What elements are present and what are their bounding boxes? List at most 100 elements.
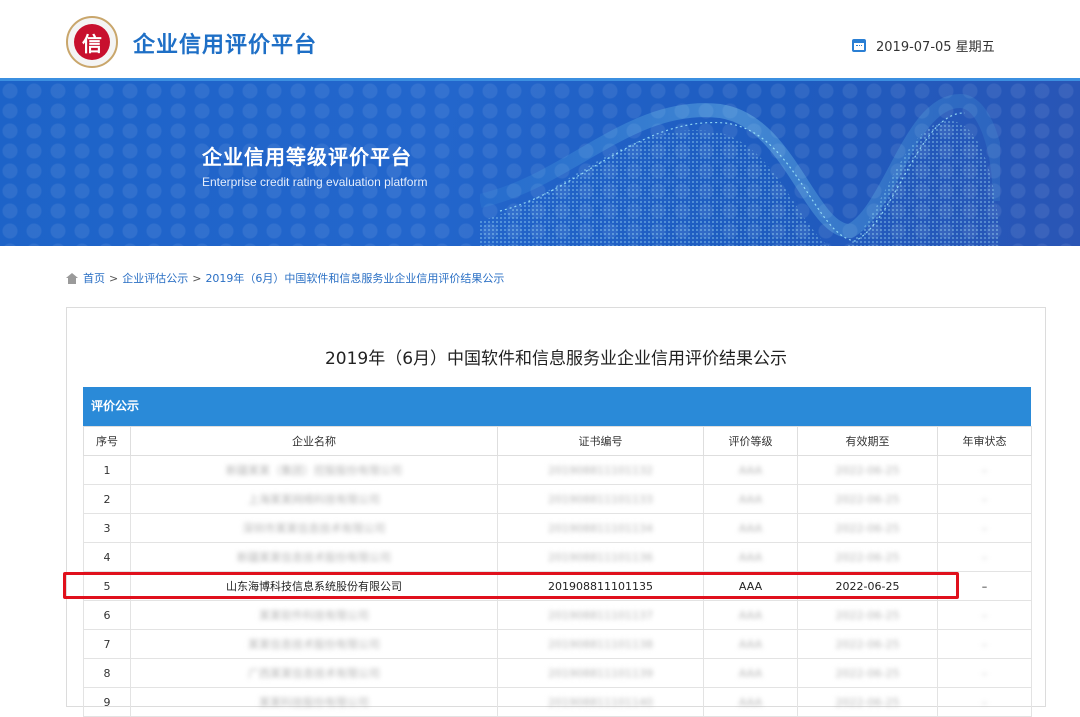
cell-status: – — [937, 455, 1032, 485]
cell-company-name: 新疆某某信息技术股份有限公司 — [130, 542, 498, 572]
cell-no-text: 7 — [103, 637, 111, 651]
table-row: 3 深圳市某某信息技术有限公司 201908811101134 AAA 2022-06-… — [83, 513, 1032, 543]
breadcrumb-separator: > — [109, 271, 119, 285]
cell-status: – — [937, 513, 1032, 543]
cell-expiry: 2022-06-25 — [797, 542, 938, 572]
cell-no-text: 6 — [103, 608, 111, 622]
table-row: 1 新疆某某（集团）控股股份有限公司 201908811101132 AAA 2022-… — [83, 455, 1032, 485]
site-title[interactable]: 企业信用评价平台 — [133, 27, 317, 59]
cell-no: 4 — [83, 542, 131, 572]
cell-status: – — [937, 571, 1032, 601]
col-header-name: 企业名称 — [130, 426, 498, 456]
cell-no: 1 — [83, 455, 131, 485]
cell-no: 5 — [83, 571, 131, 601]
cell-cert-number: 201908811101134 — [497, 513, 704, 543]
cell-expiry: 2022-06-25 — [797, 658, 938, 688]
cell-status: – — [937, 629, 1032, 659]
cell-expiry-text: 2022-06-25 — [835, 550, 900, 564]
breadcrumb-publicity[interactable]: 企业评估公示 — [122, 270, 188, 286]
cell-company-name: 某某信息技术股份有限公司 — [130, 629, 498, 659]
cell-company-name-text: 上海某某网络科技有限公司 — [248, 493, 380, 506]
cell-company-name: 上海某某网络科技有限公司 — [130, 484, 498, 514]
cell-cert-number-text: 201908811101135 — [548, 579, 653, 593]
cell-expiry-text: 2022-06-25 — [835, 579, 900, 593]
cell-level: AAA — [703, 484, 798, 514]
cell-status: – — [937, 658, 1032, 688]
cell-company-name: 山东海博科技信息系统股份有限公司 — [130, 571, 498, 601]
site-header: 信 企业信用评价平台 2019-07-05 星期五 — [0, 0, 1080, 78]
cell-company-name: 新疆某某（集团）控股股份有限公司 — [130, 455, 498, 485]
cell-no-text: 8 — [103, 666, 111, 680]
cell-cert-number: 201908811101136 — [497, 542, 704, 572]
cell-cert-number: 201908811101138 — [497, 629, 704, 659]
banner-subtitle: Enterprise credit rating evaluation plat… — [202, 175, 428, 189]
cell-level-text: AAA — [738, 666, 763, 680]
cell-expiry-text: 2022-06-25 — [835, 463, 900, 477]
cell-expiry-text: 2022-06-25 — [835, 608, 900, 622]
cell-expiry-text: 2022-06-25 — [835, 666, 900, 680]
cell-no: 6 — [83, 600, 131, 630]
cell-no: 2 — [83, 484, 131, 514]
cell-no-text: 1 — [103, 463, 111, 477]
cell-company-name-text: 广西某某信息技术有限公司 — [248, 667, 380, 680]
cell-cert-number: 201908811101135 — [497, 571, 704, 601]
cell-status-text: – — [981, 579, 988, 593]
results-table: 序号 企业名称 证书编号 评价等级 有效期至 年审状态 1 新疆某某（集团）控股股… — [83, 426, 1032, 717]
table-row: 9 某某科技股份有限公司 201908811101140 AAA 2022-06-25 – — [83, 687, 1032, 717]
cell-company-name-text: 新疆某某（集团）控股股份有限公司 — [226, 464, 402, 477]
home-icon — [66, 272, 78, 284]
cell-expiry-text: 2022-06-25 — [835, 637, 900, 651]
cell-level-text: AAA — [738, 463, 763, 477]
cell-expiry: 2022-06-25 — [797, 600, 938, 630]
cell-cert-number-text: 201908811101137 — [548, 608, 653, 622]
cell-no: 3 — [83, 513, 131, 543]
cell-expiry-text: 2022-06-25 — [835, 521, 900, 535]
col-header-cert: 证书编号 — [497, 426, 704, 456]
table-header-row: 序号 企业名称 证书编号 评价等级 有效期至 年审状态 — [83, 426, 1032, 456]
cell-expiry: 2022-06-25 — [797, 484, 938, 514]
logo-seal-icon: 信 — [74, 24, 110, 60]
cell-company-name: 深圳市某某信息技术有限公司 — [130, 513, 498, 543]
col-header-status: 年审状态 — [937, 426, 1032, 456]
cell-status-text: – — [981, 637, 988, 651]
current-date: 2019-07-05 星期五 — [852, 36, 995, 55]
cell-expiry: 2022-06-25 — [797, 455, 938, 485]
cell-no-text: 9 — [103, 695, 111, 709]
cell-level-text: AAA — [738, 695, 763, 709]
cell-status: – — [937, 600, 1032, 630]
cell-status-text: – — [981, 666, 988, 680]
cell-expiry: 2022-06-25 — [797, 629, 938, 659]
cell-company-name: 广西某某信息技术有限公司 — [130, 658, 498, 688]
table-row: 8 广西某某信息技术有限公司 201908811101139 AAA 2022-06-2… — [83, 658, 1032, 688]
col-header-expiry: 有效期至 — [797, 426, 938, 456]
cell-status: – — [937, 542, 1032, 572]
banner-title: 企业信用等级评价平台 — [202, 145, 412, 169]
site-logo[interactable]: 信 — [66, 16, 118, 68]
cell-level: AAA — [703, 513, 798, 543]
cell-cert-number-text: 201908811101139 — [548, 666, 653, 680]
cell-cert-number-text: 201908811101138 — [548, 637, 653, 651]
cell-no: 8 — [83, 658, 131, 688]
cell-status-text: – — [981, 521, 988, 535]
cell-expiry-text: 2022-06-25 — [835, 492, 900, 506]
cell-status-text: – — [981, 492, 988, 506]
cell-level-text: AAA — [738, 637, 763, 651]
calendar-icon — [852, 39, 866, 52]
table-section-label: 评价公示 — [83, 387, 1031, 426]
breadcrumb-home[interactable]: 首页 — [83, 270, 105, 286]
table-row: 4 新疆某某信息技术股份有限公司 201908811101136 AAA 2022-06… — [83, 542, 1032, 572]
breadcrumb-current[interactable]: 2019年（6月）中国软件和信息服务业企业信用评价结果公示 — [205, 270, 504, 286]
date-text: 2019-07-05 星期五 — [876, 40, 995, 55]
cell-status-text: – — [981, 550, 988, 564]
col-header-level: 评价等级 — [703, 426, 798, 456]
cell-no: 9 — [83, 687, 131, 717]
cell-level: AAA — [703, 687, 798, 717]
table-row: 6 某某软件科技有限公司 201908811101137 AAA 2022-06-25 – — [83, 600, 1032, 630]
cell-cert-number-text: 201908811101134 — [548, 521, 653, 535]
cell-level: AAA — [703, 600, 798, 630]
cell-company-name-text: 某某信息技术股份有限公司 — [248, 638, 380, 651]
cell-level: AAA — [703, 658, 798, 688]
cell-level-text: AAA — [738, 608, 763, 622]
article-title: 2019年（6月）中国软件和信息服务业企业信用评价结果公示 — [324, 349, 788, 369]
results-table-container: 评价公示 序号 企业名称 证书编号 评价等级 有效期至 年审状态 1 新疆某某（集… — [83, 387, 1032, 717]
